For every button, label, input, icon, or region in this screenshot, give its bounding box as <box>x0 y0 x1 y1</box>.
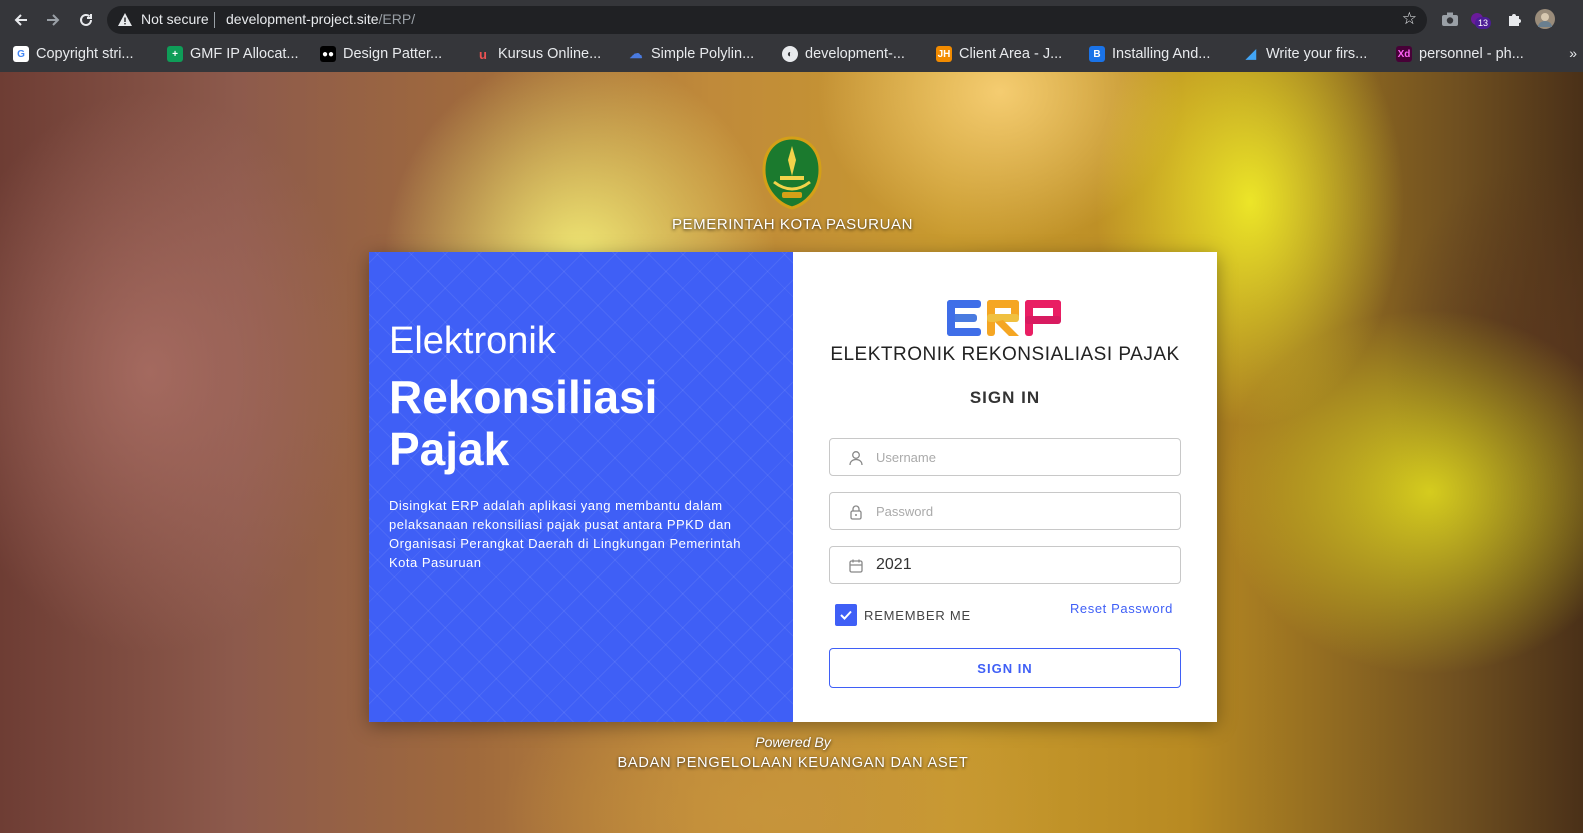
bookmark-label: development-... <box>805 46 905 62</box>
erp-logo-subtitle: ELEKTRONIK REKONSIALIASI PAJAK <box>830 344 1180 365</box>
bookmark-label: personnel - ph... <box>1419 46 1524 62</box>
udemy-icon: u <box>479 46 487 62</box>
bookmark-item[interactable]: Xd personnel - ph... <box>1396 43 1524 65</box>
lock-icon <box>848 504 864 525</box>
bookmark-item[interactable]: ●● Design Patter... <box>320 43 442 65</box>
cloud-icon: ☁ <box>629 46 643 61</box>
address-bar[interactable]: Not secure development-project.site/ERP/… <box>107 6 1427 34</box>
password-input[interactable] <box>876 493 1172 529</box>
medium-icon: ●● <box>320 46 336 62</box>
bookmark-item[interactable]: + GMF IP Allocat... <box>167 43 299 65</box>
bookmark-label: Copyright stri... <box>36 46 134 62</box>
puzzle-icon[interactable] <box>1504 8 1526 30</box>
xd-icon: Xd <box>1396 46 1412 62</box>
bookmark-label: Write your firs... <box>1266 46 1368 62</box>
google-icon: G <box>13 46 29 62</box>
bookmark-item[interactable]: ◐ development-... <box>782 43 905 65</box>
sheets-icon: + <box>167 46 183 62</box>
bookmark-item[interactable]: u Kursus Online... <box>475 43 601 65</box>
bookmark-item[interactable]: G Copyright stri... <box>13 43 134 65</box>
flutter-icon: ◢ <box>1246 46 1256 61</box>
city-crest-logo <box>762 136 822 215</box>
bookmark-item[interactable]: ◢ Write your firs... <box>1243 43 1367 65</box>
signin-title: SIGN IN <box>969 388 1041 407</box>
url-path: /ERP/ <box>378 11 416 27</box>
bookmark-item[interactable]: B Installing And... <box>1089 43 1210 65</box>
bookmarks-bar: G Copyright stri... + GMF IP Allocat... … <box>0 39 1583 69</box>
year-field[interactable]: 2021 <box>829 546 1181 584</box>
back-icon[interactable] <box>9 8 33 32</box>
powered-by-label: Powered By <box>755 734 831 750</box>
browser-toolbar: Not secure development-project.site/ERP/… <box>0 0 1583 39</box>
page-background: PEMERINTAH KOTA PASURUAN Elektronik Reko… <box>0 72 1583 833</box>
intro-panel: Elektronik Rekonsiliasi Pajak Disingkat … <box>369 252 793 722</box>
footer-organization: BADAN PENGELOLAAN KEUANGAN DAN ASET <box>617 755 969 771</box>
profile-avatar[interactable] <box>1534 8 1556 30</box>
year-value: 2021 <box>876 556 912 573</box>
bookmark-star-icon[interactable]: ☆ <box>1402 9 1417 29</box>
extension-badge-count: 13 <box>1475 17 1492 29</box>
globe-icon: ◐ <box>782 46 798 62</box>
jh-icon: JH <box>936 46 952 62</box>
bookmarks-more-button[interactable]: » <box>1569 45 1577 61</box>
warning-icon <box>117 12 133 33</box>
user-icon <box>848 450 864 471</box>
password-field[interactable] <box>829 492 1181 530</box>
signin-button[interactable]: SIGN IN <box>829 648 1181 688</box>
erp-logo <box>947 296 1063 345</box>
omnibox-divider <box>214 12 215 28</box>
bookmark-label: GMF IP Allocat... <box>190 46 299 62</box>
doc-icon: B <box>1089 46 1105 62</box>
browser-chrome: Not secure development-project.site/ERP/… <box>0 0 1583 72</box>
intro-heading-line1: Elektronik <box>389 320 556 362</box>
login-card: Elektronik Rekonsiliasi Pajak Disingkat … <box>369 252 1217 722</box>
bookmark-label: Simple Polylin... <box>651 46 755 62</box>
extension-badge-icon[interactable]: 13 <box>1466 8 1492 30</box>
username-input[interactable] <box>876 439 1172 475</box>
government-title: PEMERINTAH KOTA PASURUAN <box>671 216 914 233</box>
camera-icon[interactable] <box>1439 8 1461 30</box>
calendar-icon <box>848 558 864 579</box>
signin-panel: ELEKTRONIK REKONSIALIASI PAJAK SIGN IN 2… <box>793 252 1217 722</box>
bookmark-item[interactable]: ☁ Simple Polylin... <box>628 43 755 65</box>
reset-password-link[interactable]: Reset Password <box>793 601 1173 616</box>
url-host: development-project.site <box>226 11 379 27</box>
intro-description: Disingkat ERP adalah aplikasi yang memba… <box>389 498 741 570</box>
forward-icon[interactable] <box>41 8 65 32</box>
bookmark-label: Installing And... <box>1112 46 1211 62</box>
reload-icon[interactable] <box>74 8 98 32</box>
bookmark-label: Client Area - J... <box>959 46 1063 62</box>
bookmark-item[interactable]: JH Client Area - J... <box>936 43 1062 65</box>
bookmark-label: Kursus Online... <box>498 46 602 62</box>
intro-heading-line2: Rekonsiliasi <box>389 371 658 423</box>
bookmark-label: Design Patter... <box>343 46 443 62</box>
intro-heading-line3: Pajak <box>389 423 510 475</box>
username-field[interactable] <box>829 438 1181 476</box>
security-label[interactable]: Not secure <box>141 11 209 27</box>
url-text[interactable]: development-project.site/ERP/ <box>226 11 415 27</box>
